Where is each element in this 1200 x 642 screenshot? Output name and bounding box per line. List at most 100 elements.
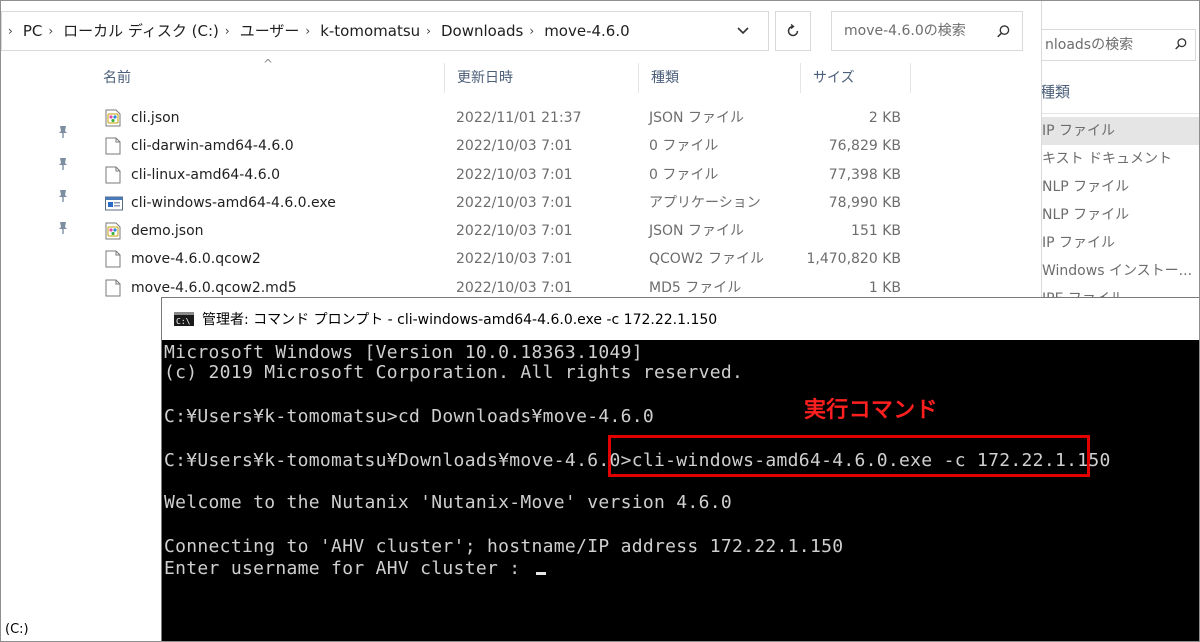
file-size: 78,990 KB [828,194,901,211]
pin-icon[interactable] [57,221,69,235]
command-prompt-icon: C:\ [174,312,194,326]
cmd-window-title: 管理者: コマンド プロンプト - cli-windows-amd64-4.6.… [202,312,718,328]
file-date: 2022/10/03 7:01 [456,194,573,211]
command-prompt-window[interactable]: C:\ 管理者: コマンド プロンプト - cli-windows-amd64-… [161,297,1199,641]
column-header-type[interactable]: 種類 [639,63,801,95]
chevron-right-icon[interactable]: › [48,12,53,50]
file-list: cli.json 2022/11/01 21:37 JSON ファイル 2 KB cli… [101,104,921,302]
console-line-text: Connecting to 'AHV cluster'; hostname/IP… [164,536,844,557]
file-icon [105,279,121,297]
file-date: 2022/10/03 7:01 [456,166,573,183]
file-size: 1,470,820 KB [806,251,902,268]
background-type-item[interactable]: NLP ファイル [1032,173,1199,201]
breadcrumb-item[interactable]: ローカル ディスク (C:) [63,12,219,50]
file-date: 2022/11/01 21:37 [456,110,582,126]
breadcrumb-item[interactable]: move-4.6.0 [544,12,629,50]
file-date: 2022/10/03 7:01 [456,251,573,268]
file-type: JSON ファイル [649,110,744,126]
divider [1032,113,1199,114]
file-row[interactable]: move-4.6.0.qcow2 2022/10/03 7:01 QCOW2 ファイ… [101,245,921,273]
file-icon [105,137,121,155]
chevron-right-icon[interactable]: › [529,12,534,50]
svg-text:C:\: C:\ [176,317,191,326]
column-headers: ^ 名前 更新日時 種類 サイズ [91,57,913,95]
file-type: 0 ファイル [649,138,719,155]
console-line: C:¥Users¥k-tomomatsu¥Downloads¥move-4.6.… [164,450,1111,472]
pin-icon[interactable] [57,125,69,139]
column-divider[interactable] [910,63,911,93]
column-header-name[interactable]: 名前 [91,63,443,95]
file-date: 2022/10/03 7:01 [456,223,573,240]
file-row[interactable]: cli-darwin-amd64-4.6.0 2022/10/03 7:01 0 フ… [101,132,921,160]
file-name: cli-windows-amd64-4.6.0.exe [131,194,336,211]
address-bar[interactable]: › PC › ローカル ディスク (C:) › ユーザー › k-tomomatsu › Down… [1,11,769,51]
breadcrumb-item[interactable]: k-tomomatsu [320,12,420,50]
console-line-text: Microsoft Windows [Version 10.0.18363.10… [164,342,643,363]
search-input[interactable]: move-4.6.0の検索 [831,11,1023,51]
background-type-item[interactable]: Windows インストー... [1032,257,1199,285]
console-line: Welcome to the Nutanix 'Nutanix-Move' ve… [164,492,732,514]
console-line: Connecting to 'AHV cluster'; hostname/IP… [164,536,843,558]
pin-icon[interactable] [57,157,69,171]
console-line: Microsoft Windows [Version 10.0.18363.10… [164,342,643,364]
file-type: 0 ファイル [649,166,719,183]
column-header-size[interactable]: サイズ [801,63,913,95]
json-file-icon [105,109,121,127]
file-type: アプリケーション [649,194,761,211]
command-annotation-label: 実行コマンド [804,398,938,423]
chevron-right-icon[interactable]: › [8,12,13,50]
console-line: Enter username for AHV cluster : [164,558,546,580]
file-name: cli-darwin-amd64-4.6.0 [131,138,294,155]
console-line-text: Enter username for AHV cluster : [164,558,532,579]
file-size: 76,829 KB [828,138,901,155]
file-row[interactable]: demo.json 2022/10/03 7:01 JSON ファイル 151 KB [101,217,921,245]
console-line: (c) 2019 Microsoft Corporation. All righ… [164,362,743,384]
console-line-text: C:¥Users¥k-tomomatsu¥Downloads¥move-4.6.… [164,450,1111,471]
file-row[interactable]: cli-linux-amd64-4.6.0 2022/10/03 7:01 0 ファ… [101,161,921,189]
navigation-pane[interactable] [1,61,81,641]
file-size: 77,398 KB [828,166,901,183]
file-type: JSON ファイル [649,223,744,240]
breadcrumb-item[interactable]: ユーザー [240,12,300,50]
background-column-type[interactable]: 種類 [1040,81,1070,102]
background-type-item[interactable]: IP ファイル [1032,117,1199,145]
json-file-icon [105,222,121,240]
file-row[interactable]: cli.json 2022/11/01 21:37 JSON ファイル 2 KB [101,104,921,132]
exe-file-icon [105,196,123,211]
background-type-item[interactable]: IP ファイル [1032,229,1199,257]
chevron-down-icon[interactable] [736,24,750,38]
breadcrumb: › PC › ローカル ディスク (C:) › ユーザー › k-tomomatsu › Down… [6,12,634,50]
file-name: cli-linux-amd64-4.6.0 [131,166,280,183]
search-icon[interactable] [1175,38,1187,50]
file-size: 2 KB [868,110,901,126]
background-search-placeholder: nloadsの検索 [1045,37,1134,53]
refresh-icon [787,24,799,37]
background-type-item[interactable]: NLP ファイル [1032,201,1199,229]
chevron-right-icon[interactable]: › [305,12,310,50]
file-row[interactable]: cli-windows-amd64-4.6.0.exe 2022/10/03 7:… [101,189,921,217]
console-line: C:¥Users¥k-tomomatsu>cd Downloads¥move-4… [164,406,654,428]
background-type-list: IP ファイル キスト ドキュメント NLP ファイル NLP ファイル IP ファイル… [1032,117,1199,313]
breadcrumb-item[interactable]: PC [23,12,43,50]
background-search-box[interactable]: nloadsの検索 [1036,29,1196,61]
console-output[interactable]: 実行コマンド Microsoft Windows [Version 10.0.1… [164,342,1194,641]
column-header-date[interactable]: 更新日時 [445,63,637,95]
breadcrumb-item[interactable]: Downloads [441,12,523,50]
refresh-button[interactable] [775,11,811,51]
file-name: demo.json [131,223,204,240]
chevron-right-icon[interactable]: › [225,12,230,50]
background-type-item[interactable]: キスト ドキュメント [1032,145,1199,173]
file-size: 151 KB [851,223,901,240]
search-placeholder: move-4.6.0の検索 [844,23,966,39]
file-name: move-4.6.0.qcow2 [131,251,261,268]
file-date: 2022/10/03 7:01 [456,138,573,155]
cmd-title-bar[interactable]: C:\ 管理者: コマンド プロンプト - cli-windows-amd64-… [162,298,1199,340]
chevron-right-icon[interactable]: › [426,12,431,50]
pin-icon[interactable] [57,189,69,203]
console-line-text: (c) 2019 Microsoft Corporation. All righ… [164,362,744,383]
console-line-text: C:¥Users¥k-tomomatsu>cd Downloads¥move-4… [164,406,655,427]
file-icon [105,166,121,184]
file-icon [105,250,121,268]
search-icon[interactable] [997,25,1010,38]
screenshot-frame: nloadsの検索 種類 IP ファイル キスト ドキュメント NLP ファイル NL… [0,0,1200,642]
